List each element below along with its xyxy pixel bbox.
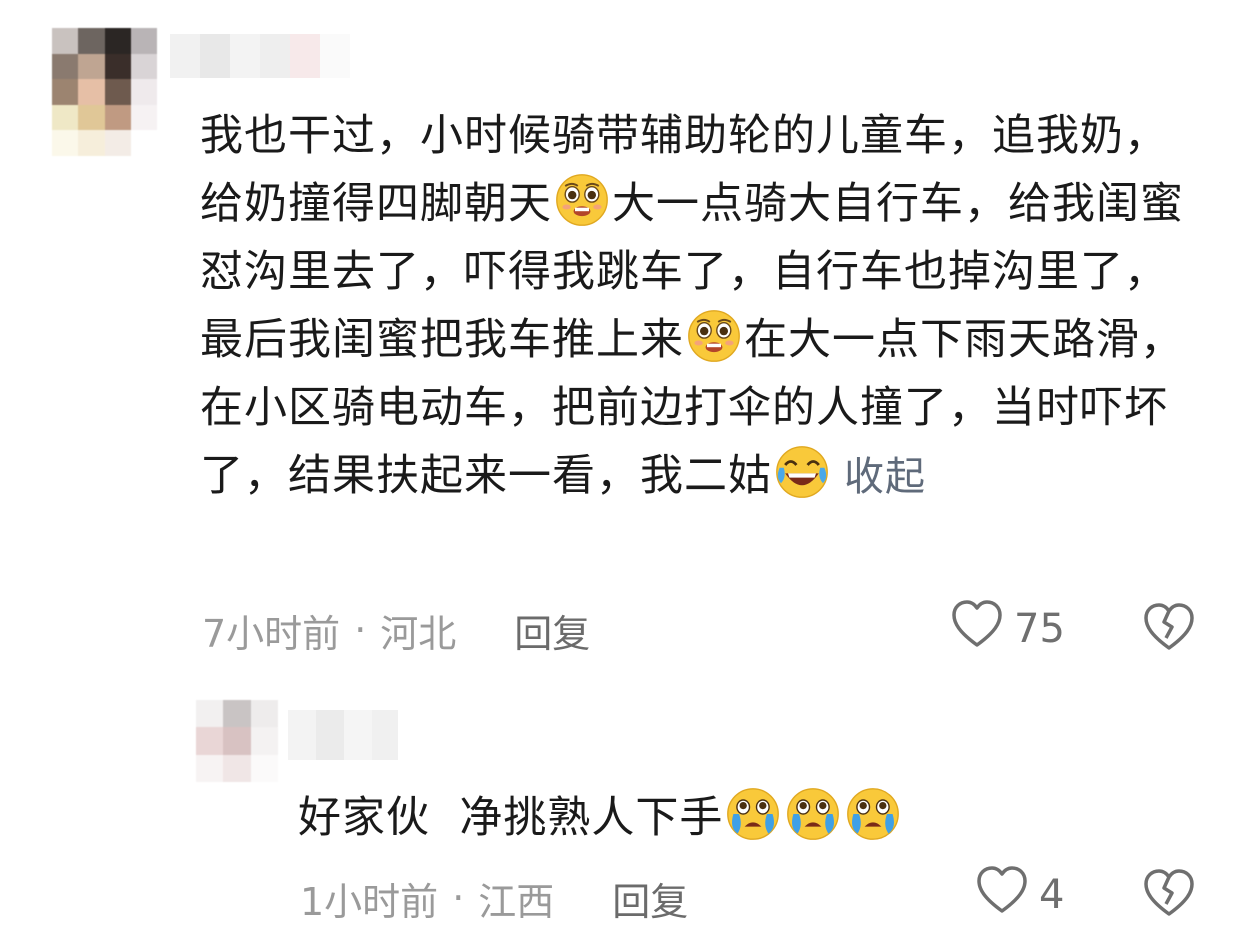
avatar[interactable]	[52, 28, 157, 156]
avatar[interactable]	[196, 700, 278, 782]
comment-time: 7小时前	[202, 611, 341, 656]
meta-separator: ·	[354, 608, 367, 652]
heart-outline-icon[interactable]	[950, 599, 1004, 659]
heart-outline-icon[interactable]	[975, 865, 1029, 925]
like-button[interactable]: 75	[950, 599, 1065, 659]
broken-heart-icon[interactable]	[1142, 868, 1196, 922]
like-button[interactable]: 4	[975, 865, 1065, 925]
pleading-face-icon	[686, 308, 742, 364]
username-blurred[interactable]	[288, 710, 398, 760]
reply-button[interactable]: 回复	[514, 603, 590, 658]
meta-separator: ·	[452, 876, 465, 920]
comment-text-part: 好家伙 净挑熟人下手	[298, 793, 724, 843]
comment-location: 河北	[380, 611, 457, 656]
dislike-button[interactable]	[1142, 602, 1196, 656]
pleading-face-icon	[554, 172, 610, 228]
laughing-tears-face-icon	[774, 444, 830, 500]
like-count: 4	[1039, 872, 1065, 918]
collapse-link[interactable]: 收起	[844, 454, 926, 500]
crying-face-icon	[785, 786, 841, 842]
username-blurred[interactable]	[170, 34, 350, 78]
like-count: 75	[1014, 606, 1065, 652]
comment-body: 我也干过，小时候骑带辅助轮的儿童车，追我奶，给奶撞得四脚朝天 大一点骑大自行车，给…	[200, 102, 1210, 511]
crying-face-icon	[845, 786, 901, 842]
comment-location: 江西	[478, 879, 555, 924]
dislike-button[interactable]	[1142, 868, 1196, 922]
comment-meta: 1小时前 · 江西 回复	[300, 871, 688, 925]
comment-meta: 7小时前 · 河北 回复	[202, 606, 590, 656]
comment-body: 好家伙 净挑熟人下手	[298, 784, 1198, 852]
comment-thread: 我也干过，小时候骑带辅助轮的儿童车，追我奶，给奶撞得四脚朝天 大一点骑大自行车，给…	[0, 0, 1260, 925]
crying-face-icon	[725, 786, 781, 842]
broken-heart-icon[interactable]	[1142, 602, 1196, 656]
comment-time: 1小时前	[300, 879, 439, 924]
reply-button[interactable]: 回复	[612, 871, 688, 925]
